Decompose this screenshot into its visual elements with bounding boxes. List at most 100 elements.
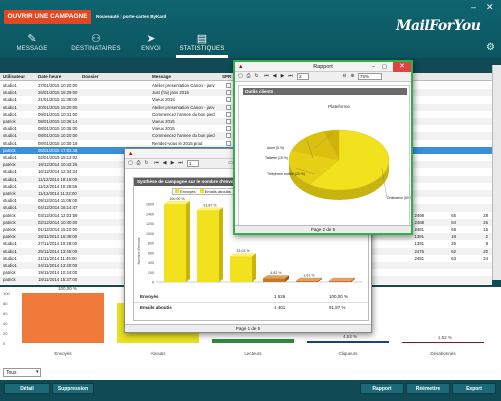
- table-cell: 9: [485, 241, 488, 247]
- pie-title: Plateforme: [328, 104, 350, 109]
- row-checkbox[interactable]: [226, 126, 231, 132]
- nav-statistiques[interactable]: ▤ STATISTIQUES: [176, 32, 228, 58]
- table-cell: 24: [483, 255, 488, 261]
- nav-message[interactable]: ✎ MESSAGE: [10, 32, 54, 58]
- table-cell: 27/11/2014 10:28:00: [38, 241, 78, 247]
- last-page-icon[interactable]: ⏭: [287, 73, 294, 80]
- y-tick-label: 1200: [146, 222, 154, 226]
- zoom-select[interactable]: 75%: [358, 73, 382, 80]
- summary-pct: 100,00 %: [329, 294, 349, 299]
- table-cell: 03/12/2014 12:03:59: [38, 212, 78, 218]
- page-input[interactable]: 1: [187, 160, 199, 167]
- app-header: OUVRIR UNE CAMPAGNE Nouveauté : porte-ca…: [0, 0, 501, 58]
- open-campaign-button[interactable]: OUVRIR UNE CAMPAGNE: [4, 10, 91, 24]
- close-icon[interactable]: ✕: [486, 2, 494, 13]
- copy-icon[interactable]: ▢: [237, 73, 244, 80]
- print-icon[interactable]: ⎙: [245, 73, 252, 80]
- print-icon[interactable]: ⎙: [135, 160, 142, 167]
- close-icon[interactable]: ✕: [393, 62, 411, 72]
- table-cell: 2: [485, 234, 488, 240]
- table-cell: studio1: [3, 140, 17, 146]
- pie-label: Tablette (15 %): [265, 156, 288, 160]
- table-cell: 65: [451, 212, 456, 218]
- table-cell: 1391: [414, 241, 424, 247]
- copy-icon[interactable]: ▢: [127, 160, 134, 167]
- synthese-summary: Envoyés 1 526 100,00 % Emails aboutis 1 …: [134, 292, 368, 322]
- nav-destinataires[interactable]: ⚇ DESTINATAIRES: [70, 32, 122, 58]
- export-button[interactable]: Export: [452, 383, 496, 394]
- synthese-bar-value: 91,87 %: [203, 203, 217, 207]
- table-cell: 26: [483, 219, 488, 225]
- table-cell: patrick: [3, 191, 16, 196]
- table-cell: Rendez-vous le 2015 prod: [152, 140, 203, 146]
- synthese-status: Page 1 de 5: [125, 324, 371, 332]
- send-icon: ➤: [146, 33, 156, 45]
- row-checkbox[interactable]: [226, 83, 231, 88]
- next-page-icon[interactable]: ▶: [169, 160, 176, 167]
- table-cell: studio1: [3, 133, 17, 139]
- gear-icon[interactable]: ⚙: [486, 42, 495, 53]
- refresh-icon[interactable]: ↻: [253, 73, 260, 80]
- synthese-bar: [164, 201, 190, 282]
- table-cell: 28: [483, 212, 488, 218]
- row-checkbox[interactable]: [226, 140, 231, 146]
- prev-page-icon[interactable]: ◀: [271, 73, 278, 80]
- summary-pct: 91,87 %: [329, 305, 346, 310]
- row-checkbox[interactable]: [226, 104, 231, 110]
- delete-button[interactable]: Suppression: [52, 383, 94, 394]
- col-message[interactable]: Message: [152, 73, 171, 81]
- resend-button[interactable]: Réémettre: [406, 383, 450, 394]
- report-button[interactable]: Rapport: [360, 383, 404, 394]
- table-cell: studio1: [3, 104, 17, 110]
- pie-label: Autre (5 %): [267, 146, 284, 150]
- first-page-icon[interactable]: ⏮: [263, 73, 270, 80]
- nav-envoi[interactable]: ➤ ENVOI: [136, 32, 166, 58]
- table-cell: studio1: [3, 263, 17, 268]
- table-cell: patrick: [3, 270, 16, 276]
- prev-page-icon[interactable]: ◀: [161, 160, 168, 167]
- summary-category-label: Lecteurs: [244, 351, 262, 356]
- col-date[interactable]: Date heure: [38, 73, 61, 81]
- table-cell: patrick: [3, 162, 16, 168]
- detail-button[interactable]: Détail: [4, 383, 50, 394]
- row-checkbox[interactable]: [226, 133, 231, 139]
- rapport-titlebar[interactable]: ▲ Rapport – ▢ ✕: [235, 62, 411, 72]
- pencil-icon: ✎: [27, 33, 37, 45]
- maximize-icon[interactable]: ▢: [382, 62, 387, 72]
- summary-count: 1 526: [274, 294, 286, 299]
- table-cell: studio1: [3, 198, 17, 204]
- table-cell: patrick: [3, 147, 16, 153]
- rapport-band-title: Outils clients: [243, 88, 407, 95]
- y-tick-label: 1600: [146, 203, 154, 207]
- col-spr[interactable]: SPR: [222, 73, 231, 81]
- minimize-icon[interactable]: –: [471, 2, 476, 12]
- page-input[interactable]: 2: [297, 73, 309, 80]
- people-icon: ⚇: [91, 33, 101, 45]
- zoom-in-icon[interactable]: ⊕: [349, 73, 356, 80]
- table-cell: 09/12/2014 11:06:00: [38, 198, 78, 204]
- zoom-out-icon[interactable]: ⊖: [341, 73, 348, 80]
- col-utilisateur[interactable]: Utilisateur: [3, 73, 25, 81]
- table-cell: 2476: [414, 248, 424, 254]
- minimize-icon[interactable]: –: [372, 62, 375, 72]
- table-cell: 28/11/2014 16:39:00: [38, 234, 78, 240]
- next-page-icon[interactable]: ▶: [279, 73, 286, 80]
- row-checkbox[interactable]: [226, 90, 231, 96]
- table-cell: 63: [451, 255, 456, 261]
- first-page-icon[interactable]: ⏮: [153, 160, 160, 167]
- row-checkbox[interactable]: [226, 111, 231, 117]
- summary-bar-value: 100,00 %: [58, 286, 78, 291]
- synthese-bar-value: 1,61 %: [303, 274, 315, 278]
- y-tick-label: 1400: [146, 212, 154, 216]
- last-page-icon[interactable]: ⏭: [177, 160, 184, 167]
- table-cell: 2481: [414, 255, 424, 261]
- row-checkbox[interactable]: [226, 97, 231, 103]
- refresh-icon[interactable]: ↻: [143, 160, 150, 167]
- table-scrollbar[interactable]: [492, 65, 501, 280]
- table-cell: 19/12/2014 10:43:26: [38, 162, 78, 168]
- table-cell: patrick: [3, 227, 16, 232]
- col-dossier[interactable]: Dossier: [82, 73, 99, 81]
- row-checkbox[interactable]: [226, 119, 231, 124]
- rapport-page: Outils clients Plateforme Ordinateur (60 …: [238, 85, 411, 226]
- rapport-pie-chart: Plateforme Ordinateur (60 %) Téléphone mob…: [265, 104, 411, 200]
